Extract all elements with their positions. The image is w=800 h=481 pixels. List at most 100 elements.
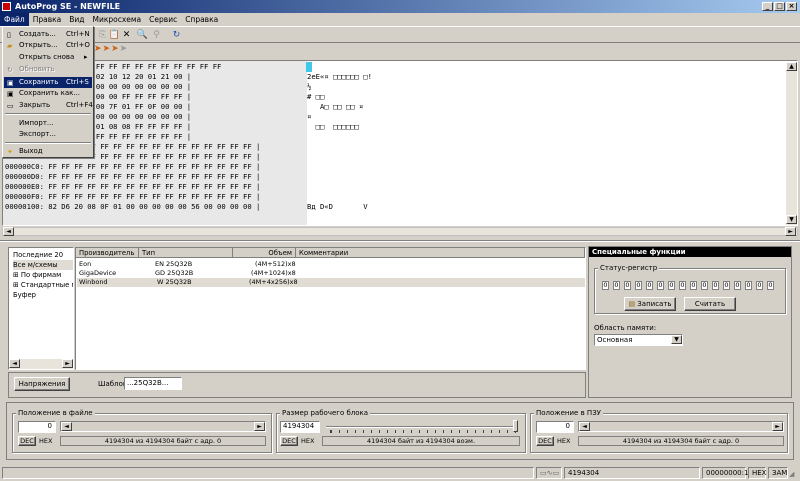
scroll-down-icon[interactable]: ▼ (786, 215, 797, 224)
hex-vertical-scrollbar[interactable]: ▲ ▼ (786, 62, 797, 225)
close-button[interactable]: × (786, 2, 797, 11)
status-bit[interactable]: 0 (602, 281, 609, 290)
scroll-left-icon[interactable]: ◄ (9, 359, 20, 368)
menu-item-save-as[interactable]: ▣ Сохранить как... (4, 88, 92, 99)
file-position-scrollbar[interactable]: ◄ ► (60, 421, 266, 432)
menu-item-reopen[interactable]: Открыть снова ▸ (4, 52, 92, 63)
column-header-size[interactable]: Объем (233, 248, 296, 258)
menu-item-save[interactable]: ▣ Сохранить Ctrl+S (4, 77, 92, 88)
menu-help[interactable]: Справка (181, 13, 222, 26)
block-size-input[interactable]: 4194304 (280, 421, 320, 433)
scroll-left-icon[interactable]: ◄ (579, 422, 590, 431)
scroll-left-icon[interactable]: ◄ (3, 227, 14, 236)
hex-row[interactable]: 000000F0: FF FF FF FF FF FF FF FF FF FF … (5, 192, 260, 202)
block-size-dec-button[interactable]: DEC (280, 436, 298, 446)
column-header-type[interactable]: Тип (139, 248, 233, 258)
table-row[interactable]: GigaDevice GD 25Q32B (4M+1024)x8 (77, 269, 296, 278)
scroll-left-icon[interactable]: ◄ (61, 422, 72, 431)
menu-item-import[interactable]: Импорт... (4, 118, 92, 129)
status-bit[interactable]: 0 (701, 281, 708, 290)
hex-row[interactable]: 00000100: 82 D6 20 08 0F 01 00 00 00 00 … (5, 202, 260, 212)
rom-position-scrollbar[interactable]: ◄ ► (578, 421, 784, 432)
hex-row[interactable]: 000000E0: FF FF FF FF FF FF FF FF FF FF … (5, 182, 260, 192)
find-next-icon[interactable]: ⚲ (150, 29, 163, 41)
write-chip-icon[interactable]: ➤ (103, 44, 112, 54)
file-position-hex-button[interactable]: HEX (39, 437, 52, 445)
status-bit[interactable]: 0 (657, 281, 664, 290)
resize-grip-icon[interactable]: ◢ (789, 470, 798, 479)
file-position-input[interactable]: 0 (18, 421, 56, 433)
status-bit[interactable]: 0 (668, 281, 675, 290)
scroll-right-icon[interactable]: ► (785, 227, 796, 236)
status-bit[interactable]: 0 (690, 281, 697, 290)
scroll-right-icon[interactable]: ► (254, 422, 265, 431)
splitter[interactable] (0, 240, 800, 242)
file-position-dec-button[interactable]: DEC (18, 436, 36, 446)
voltage-button[interactable]: Напряжения (14, 377, 70, 391)
menu-file[interactable]: Файл (0, 13, 29, 26)
menu-item-export[interactable]: Экспорт... (4, 129, 92, 140)
tree-item-by-maker[interactable]: ⊞ По фирмам (13, 270, 73, 280)
status-bit[interactable]: 0 (723, 281, 730, 290)
hex-row[interactable]: 000000D0: FF FF FF FF FF FF FF FF FF FF … (5, 172, 260, 182)
delete-icon[interactable]: ✕ (120, 29, 133, 41)
template-field[interactable]: ...25Q32B... (124, 377, 182, 390)
ascii-row[interactable]: ½ (307, 82, 311, 92)
hex-horizontal-scrollbar[interactable]: ◄ ► (2, 227, 798, 236)
memory-area-select[interactable]: Основная ▼ (594, 334, 683, 346)
block-size-hex-button[interactable]: HEX (301, 437, 314, 445)
scroll-up-icon[interactable]: ▲ (786, 62, 797, 71)
ascii-row[interactable]: □□ □□□□□□ (307, 122, 359, 132)
menu-service[interactable]: Сервис (145, 13, 181, 26)
status-bit[interactable]: 0 (613, 281, 620, 290)
status-bit[interactable]: 0 (756, 281, 763, 290)
table-row[interactable]: Eon EN 25Q32B (4M+512)x8 (77, 260, 296, 269)
scroll-right-icon[interactable]: ► (62, 359, 73, 368)
read-chip-icon[interactable]: ➤ (94, 44, 103, 54)
chevron-down-icon[interactable]: ▼ (671, 335, 682, 344)
minimize-button[interactable]: _ (762, 2, 773, 11)
find-icon[interactable]: 🔍 (136, 29, 149, 41)
menu-item-exit[interactable]: ✦ Выход (4, 146, 92, 157)
hex-editor[interactable]: FF FF FF FF FF FF FF FF FF FF FF FF FF F… (2, 60, 798, 226)
tree-item-recent[interactable]: Последние 20 (13, 250, 73, 260)
rom-position-input[interactable]: 0 (536, 421, 574, 433)
tree-item-buffer[interactable]: Буфер (13, 290, 73, 300)
goto-icon[interactable]: ↻ (170, 29, 183, 41)
status-bit[interactable]: 0 (624, 281, 631, 290)
status-bit[interactable]: 0 (635, 281, 642, 290)
rom-position-hex-button[interactable]: HEX (557, 437, 570, 445)
ascii-row[interactable]: Bд D«D V (307, 202, 368, 212)
menu-item-new[interactable]: ▯ Создать... Ctrl+N (4, 29, 92, 40)
ascii-row[interactable]: ¤ (307, 112, 311, 122)
status-bit[interactable]: 0 (679, 281, 686, 290)
rom-position-dec-button[interactable]: DEC (536, 436, 554, 446)
table-row-selected[interactable]: Winbond W 25Q32B (4M+4x256)x8 (77, 278, 585, 287)
status-bit[interactable]: 0 (712, 281, 719, 290)
status-bit[interactable]: 0 (767, 281, 774, 290)
ascii-row[interactable]: A□ □□ □□ ¤ (307, 102, 363, 112)
menu-item-open[interactable]: ▰ Открыть... Ctrl+O (4, 40, 92, 51)
column-header-maker[interactable]: Производитель (76, 248, 139, 258)
menu-item-close[interactable]: ▭ Закрыть Ctrl+F4 (4, 100, 93, 111)
menu-edit[interactable]: Правка (29, 13, 66, 26)
erase-chip-icon[interactable]: ➤ (120, 44, 129, 54)
tree-item-standard[interactable]: ⊞ Стандартные м (13, 280, 73, 290)
hex-row[interactable]: 000000C0: FF FF FF FF FF FF FF FF FF FF … (5, 162, 260, 172)
status-bit[interactable]: 0 (745, 281, 752, 290)
status-bit[interactable]: 0 (734, 281, 741, 290)
block-size-slider-thumb[interactable] (513, 420, 518, 432)
tree-item-all-chips[interactable]: Все м/схемы (13, 260, 73, 270)
scroll-right-icon[interactable]: ► (772, 422, 783, 431)
write-register-button[interactable]: ▤ Записать (624, 297, 676, 311)
ascii-row[interactable]: 2eE«¤ □□□□□□ □! (307, 72, 372, 82)
column-header-comments[interactable]: Комментарии (296, 248, 585, 258)
tree-horizontal-scrollbar[interactable]: ◄ ► (9, 359, 73, 369)
maximize-button[interactable]: □ (774, 2, 785, 11)
expand-icon[interactable]: ⊞ (13, 281, 19, 289)
ascii-row[interactable]: # □□ (307, 92, 324, 102)
status-bit[interactable]: 0 (646, 281, 653, 290)
read-register-button[interactable]: Считать (684, 297, 736, 311)
menu-chip[interactable]: Микросхема (89, 13, 146, 26)
verify-chip-icon[interactable]: ➤ (111, 44, 120, 54)
